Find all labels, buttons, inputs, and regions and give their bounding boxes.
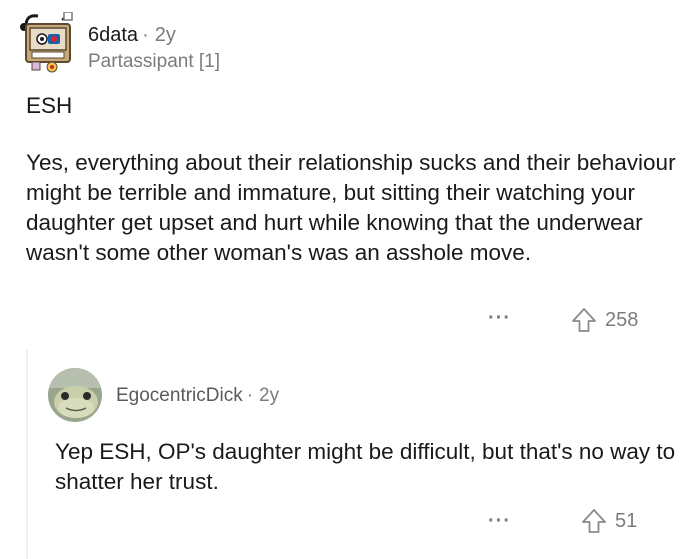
reply-upvote-count: 51 (615, 509, 638, 532)
arrow-up-outline-icon (582, 509, 606, 533)
reply-header: EgocentricDick · 2y (116, 385, 279, 407)
reply-more-options-button[interactable]: ··· (488, 511, 511, 531)
upvote-button[interactable]: 258 (571, 307, 638, 333)
comment-paragraph: Yes, everything about their relationship… (26, 150, 676, 265)
reply-upvote-button[interactable]: 51 (581, 508, 637, 534)
username-link[interactable]: EgocentricDick (116, 385, 243, 406)
avatar-image (48, 368, 102, 422)
user-avatar[interactable] (18, 11, 78, 74)
user-flair: Partassipant [1] (88, 51, 221, 72)
avatar-image (20, 11, 73, 73)
comment-header: 6data · 2y (88, 24, 176, 47)
comment-actions: ··· 258 (0, 302, 700, 336)
comment-body: ESH Yes, everything about their relation… (26, 91, 676, 268)
username-link[interactable]: 6data (88, 24, 138, 46)
meta-separator: · (142, 24, 149, 46)
comment-age: 2y (154, 24, 176, 46)
thread-line[interactable] (26, 350, 28, 559)
reply-age: 2y (259, 385, 280, 406)
more-options-button[interactable]: ··· (488, 308, 511, 328)
upvote-count: 258 (605, 308, 639, 331)
reply-paragraph: Yep ESH, OP's daughter might be difficul… (55, 439, 676, 494)
arrow-up-outline-icon (572, 308, 596, 332)
reply-body: Yep ESH, OP's daughter might be difficul… (55, 437, 685, 497)
reply-avatar[interactable] (48, 368, 102, 422)
comment-paragraph: ESH (26, 93, 73, 118)
meta-separator: · (246, 385, 254, 406)
